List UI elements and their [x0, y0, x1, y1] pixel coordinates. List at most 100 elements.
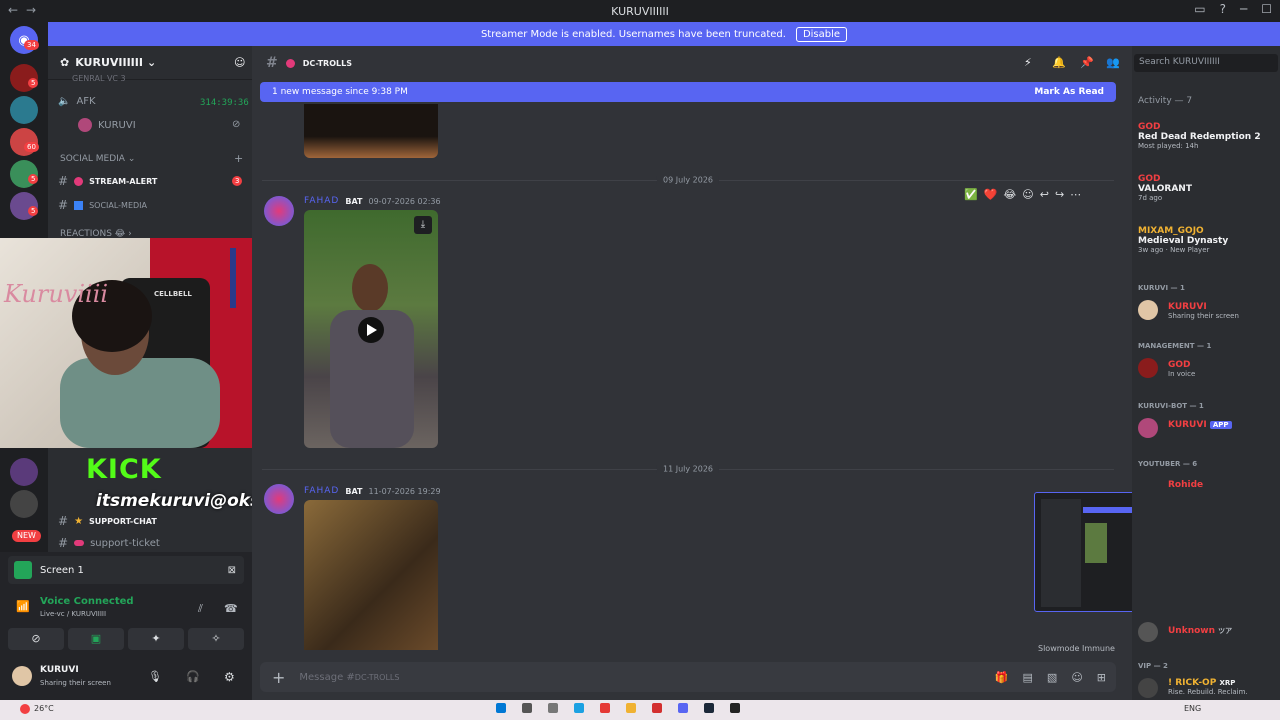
server-icon-2[interactable]	[10, 96, 38, 124]
apps-icon[interactable]: ⊞	[1097, 671, 1106, 684]
member-avatar[interactable]	[1138, 358, 1158, 378]
activity-card[interactable]: GOD VALORANT 7d ago	[1138, 174, 1278, 202]
author-name[interactable]: FAHAD	[304, 486, 339, 496]
hash-icon: #	[58, 536, 69, 550]
download-icon[interactable]: ⤓	[414, 216, 432, 234]
threads-icon[interactable]: ⚡	[1024, 56, 1032, 69]
message-composer[interactable]: + Message #DC-TROLLS 🎁 ▤ ▧ ☺ ⊞	[260, 662, 1116, 692]
sticker-icon[interactable]: ▧	[1047, 671, 1057, 684]
member-item[interactable]: Rohide	[1168, 480, 1280, 490]
member-avatar[interactable]	[1138, 622, 1158, 642]
forward-icon[interactable]: →	[26, 3, 36, 17]
activities-icon[interactable]: ✦	[128, 628, 184, 650]
video-attachment[interactable]: ⤓	[304, 210, 438, 448]
channel-stream-alert[interactable]: # STREAM-ALERT	[58, 174, 157, 188]
settings-gear-icon[interactable]: ⚙	[224, 670, 235, 684]
disconnect-icon[interactable]: ☎	[224, 602, 238, 615]
camera-off-icon[interactable]: ⊘	[8, 628, 64, 650]
inbox-icon[interactable]: ▭	[1194, 2, 1205, 16]
weather-temp[interactable]: 26°C	[34, 704, 54, 713]
forward-icon[interactable]: ↪	[1055, 188, 1064, 201]
more-icon[interactable]: ⋯	[1070, 188, 1081, 201]
author-name[interactable]: FAHAD	[304, 196, 339, 206]
author-avatar[interactable]	[264, 196, 294, 226]
obs-icon[interactable]	[730, 703, 740, 713]
message-image[interactable]	[304, 104, 438, 158]
pin-icon[interactable]: 📌	[1080, 56, 1094, 69]
search-icon[interactable]	[522, 703, 532, 713]
help-icon[interactable]: ?	[1220, 2, 1226, 16]
author-avatar[interactable]	[264, 484, 294, 514]
language-indicator[interactable]: ENG	[1184, 704, 1201, 713]
date-separator: 09 July 2026	[262, 175, 1114, 185]
voice-member-kuruvi[interactable]: KURUVI	[78, 118, 136, 132]
attach-plus-icon[interactable]: +	[272, 668, 285, 687]
voice-connected-status[interactable]: Voice Connected	[40, 596, 134, 607]
member-avatar[interactable]	[1138, 300, 1158, 320]
member-item[interactable]: KURUVI APP	[1168, 420, 1280, 430]
gift-icon[interactable]: 🎁	[995, 671, 1009, 684]
member-item[interactable]: ! RICK-OP XRP Rise. Rebuild. Reclaim.	[1168, 678, 1280, 696]
member-avatar[interactable]	[1138, 418, 1158, 438]
start-icon[interactable]	[496, 703, 506, 713]
discord-taskbar-icon[interactable]	[678, 703, 688, 713]
user-avatar[interactable]	[12, 666, 32, 686]
server-icon-7[interactable]	[10, 490, 38, 518]
activity-card[interactable]: GOD Red Dead Redemption 2 Most played: 1…	[1138, 122, 1278, 150]
headphones-icon[interactable]: 🎧	[186, 670, 200, 683]
channel-social-media[interactable]: # SOCIAL-MEDIA	[58, 198, 147, 212]
mark-as-read-button[interactable]: Mark As Read	[1034, 87, 1104, 97]
member-name: Unknown	[1168, 626, 1216, 636]
explorer-icon[interactable]	[626, 703, 636, 713]
stop-share-icon[interactable]: ⊠	[228, 565, 236, 576]
soundboard-icon[interactable]: ✧	[188, 628, 244, 650]
activity-card[interactable]: MIXAM_GOJO Medieval Dynasty 3w ago · New…	[1138, 226, 1278, 254]
member-item[interactable]: Unknown ツア	[1168, 626, 1280, 636]
share-screen-icon[interactable]: ▣	[68, 628, 124, 650]
hash-icon: #	[266, 55, 278, 71]
voice-channel-afk[interactable]: 🔈 AFK	[58, 96, 96, 107]
back-icon[interactable]: ←	[8, 3, 18, 17]
server-icon-6[interactable]	[10, 458, 38, 486]
username[interactable]: KURUVI	[40, 665, 79, 675]
emoji-icon[interactable]: ☺	[1071, 671, 1082, 684]
member-avatar[interactable]	[1138, 678, 1158, 698]
members-icon[interactable]: 👥	[1106, 56, 1120, 69]
channel-label: SOCIAL-MEDIA	[89, 200, 148, 210]
app-icon[interactable]	[652, 703, 662, 713]
bell-icon[interactable]: 🔔	[1052, 56, 1066, 69]
member-item[interactable]: GOD In voice	[1168, 360, 1280, 378]
search-input[interactable]: Search KURUVIIIIII	[1134, 54, 1278, 72]
video-attachment[interactable]	[304, 500, 438, 650]
voice-channel-genral[interactable]: GENRAL VC 3	[72, 74, 126, 83]
ticket-icon	[74, 540, 85, 546]
reply-icon[interactable]: ↩	[1040, 188, 1049, 201]
gif-icon[interactable]: ▤	[1023, 671, 1033, 684]
reaction-heart[interactable]: ❤️	[984, 188, 998, 201]
chrome-icon[interactable]	[600, 703, 610, 713]
minimize-icon[interactable]: ─	[1240, 2, 1247, 16]
add-reaction-icon[interactable]: ☺	[1022, 188, 1033, 201]
weather-icon[interactable]	[20, 704, 30, 714]
afk-label: AFK	[76, 96, 96, 107]
voice-channel-label[interactable]: Live-vc / KURUVIIIII	[40, 610, 106, 618]
channel-label: support-ticket	[90, 537, 160, 549]
add-channel-icon[interactable]: +	[234, 152, 243, 165]
noise-suppression-icon[interactable]: ⫽	[198, 602, 203, 616]
disable-streamer-button[interactable]: Disable	[795, 26, 848, 42]
steam-icon[interactable]	[704, 703, 714, 713]
category-social-media[interactable]: SOCIAL MEDIA ⌄	[60, 154, 135, 164]
screen-share-preview[interactable]: Screen 1 ⊠	[8, 556, 244, 584]
mic-icon[interactable]: 🎙	[148, 670, 162, 683]
new-message-bar[interactable]: 1 new message since 9:38 PM Mark As Read	[260, 82, 1116, 102]
member-name-row: KURUVI APP	[1168, 420, 1280, 430]
task-view-icon[interactable]	[548, 703, 558, 713]
add-member-icon[interactable]: ☺	[234, 56, 245, 69]
reaction-check[interactable]: ✅	[964, 188, 978, 201]
member-item[interactable]: KURUVI Sharing their screen	[1168, 302, 1280, 320]
maximize-icon[interactable]: ☐	[1261, 2, 1272, 16]
channel-support-chat[interactable]: # ★ SUPPORT-CHAT	[58, 514, 157, 528]
channel-support-ticket[interactable]: # support-ticket	[58, 536, 160, 550]
reaction-laugh[interactable]: 😂	[1003, 188, 1016, 201]
edge-icon[interactable]	[574, 703, 584, 713]
